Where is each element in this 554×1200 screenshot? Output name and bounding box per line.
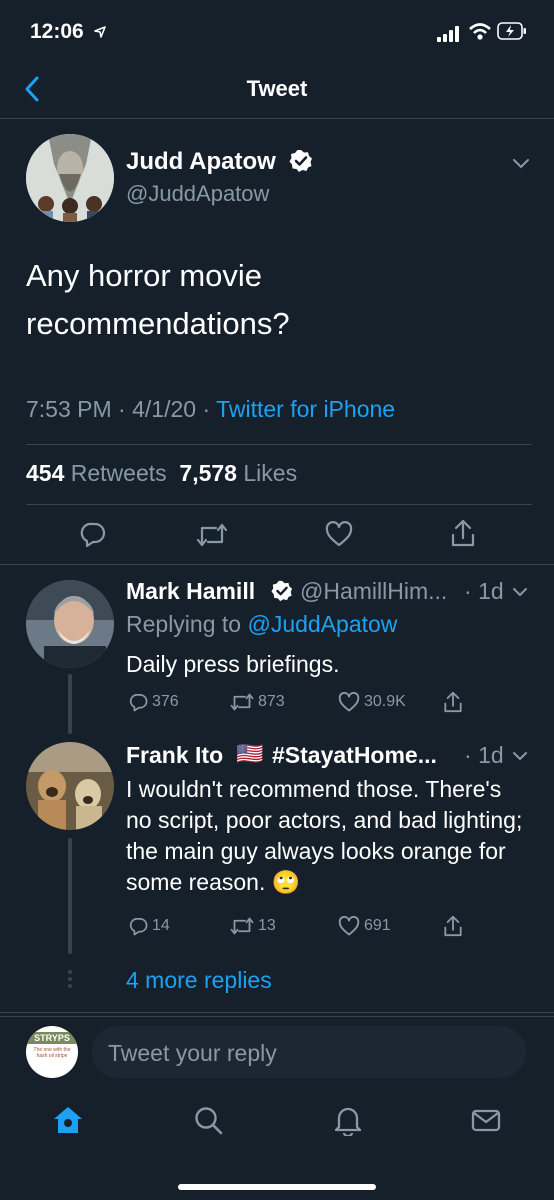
share-icon[interactable] [450, 518, 476, 548]
thread-dots [66, 970, 74, 988]
reply-avatar[interactable] [26, 580, 114, 668]
tweet-time: 7:53 PM [26, 396, 112, 422]
tweet-date: 4/1/20 [132, 396, 197, 422]
reply-author-hashtag[interactable]: #StayatHome... [272, 742, 437, 769]
reply-author-name[interactable]: Frank Ito [126, 742, 223, 769]
chevron-down-icon[interactable] [511, 156, 531, 170]
reply-text: Daily press briefings. [126, 651, 340, 677]
replying-to: Replying to @JuddApatow [126, 611, 398, 637]
share-icon[interactable] [443, 690, 463, 714]
like-count: 30.9K [364, 693, 406, 710]
retweet-icon[interactable] [230, 916, 254, 936]
chevron-down-icon[interactable] [512, 586, 528, 598]
like-heart-icon[interactable] [338, 692, 360, 712]
cellular-signal-icon [437, 26, 459, 42]
divider [0, 1016, 554, 1017]
retweet-count: 13 [258, 917, 276, 934]
wifi-icon [469, 23, 491, 40]
thread-connector [68, 838, 72, 954]
retweet-count: 873 [258, 693, 285, 710]
reply-age: · 1d [464, 742, 504, 768]
reply-action[interactable]: 14 [128, 916, 170, 936]
reply-count: 14 [152, 917, 170, 934]
like-heart-icon[interactable] [325, 521, 353, 547]
reply-text: I wouldn't recommend those. There's no s… [126, 776, 523, 895]
reply-icon[interactable] [128, 916, 148, 936]
notifications-bell-icon[interactable] [332, 1104, 364, 1136]
like-action[interactable]: 691 [338, 916, 391, 936]
reply-header: Mark Hamill [126, 578, 255, 605]
divider [26, 504, 532, 505]
avatar-logo-text: STRYPS [26, 1032, 78, 1044]
reply-icon[interactable] [78, 520, 106, 548]
retweet-action[interactable]: 13 [230, 916, 276, 936]
chevron-down-icon[interactable] [512, 750, 528, 762]
author-name[interactable]: Judd Apatow [126, 148, 276, 176]
reply-author-name[interactable]: Mark Hamill [126, 578, 255, 604]
search-icon[interactable] [192, 1104, 224, 1136]
likes-stat[interactable]: 7,578 Likes [179, 460, 297, 486]
reply-action[interactable]: 376 [128, 692, 179, 712]
reply-avatar[interactable] [26, 742, 114, 830]
tweet-source-link[interactable]: Twitter for iPhone [216, 396, 395, 422]
tweet-stats: 454 Retweets 7,578 Likes [26, 460, 297, 487]
divider [0, 564, 554, 565]
verified-badge-icon [289, 150, 312, 172]
location-arrow-icon [94, 26, 106, 38]
more-replies-link[interactable]: 4 more replies [126, 967, 272, 994]
battery-charging-icon [497, 22, 526, 40]
retweet-icon[interactable] [230, 692, 254, 712]
author-avatar[interactable] [26, 134, 114, 222]
reply-icon[interactable] [128, 692, 148, 712]
thread-connector [68, 674, 72, 734]
home-icon[interactable] [52, 1104, 84, 1136]
retweet-action[interactable]: 873 [230, 692, 285, 712]
like-count: 691 [364, 917, 391, 934]
like-heart-icon[interactable] [338, 916, 360, 936]
divider [0, 1012, 554, 1013]
like-action[interactable]: 30.9K [338, 692, 406, 712]
page-title: Tweet [246, 76, 308, 101]
reply-input-placeholder[interactable]: Tweet your reply [108, 1040, 277, 1067]
tweet-text: Any horror movie recommendations? [26, 258, 290, 341]
retweet-icon[interactable] [196, 522, 228, 548]
author-handle[interactable]: @JuddApatow [126, 181, 269, 207]
replying-to-link[interactable]: @JuddApatow [247, 611, 397, 637]
reply-author-handle[interactable]: @HamillHim... [300, 578, 447, 605]
divider [26, 444, 532, 445]
reply-age: · 1d [464, 578, 504, 604]
share-icon[interactable] [443, 914, 463, 938]
messages-envelope-icon[interactable] [470, 1104, 502, 1136]
status-bar: 12:06 [0, 0, 554, 66]
verified-badge-icon [271, 580, 293, 602]
reply-count: 376 [152, 693, 179, 710]
composer-avatar: STRYPS The one with the hash oil stripe [26, 1026, 78, 1078]
status-time: 12:06 [30, 20, 84, 43]
retweets-stat[interactable]: 454 Retweets [26, 460, 167, 486]
tweet-meta: 7:53 PM · 4/1/20 · Twitter for iPhone [26, 396, 396, 422]
avatar-logo-subtext: The one with the hash oil stripe [33, 1047, 71, 1059]
home-indicator [178, 1184, 376, 1190]
us-flag-emoji: 🇺🇸 [236, 741, 264, 766]
